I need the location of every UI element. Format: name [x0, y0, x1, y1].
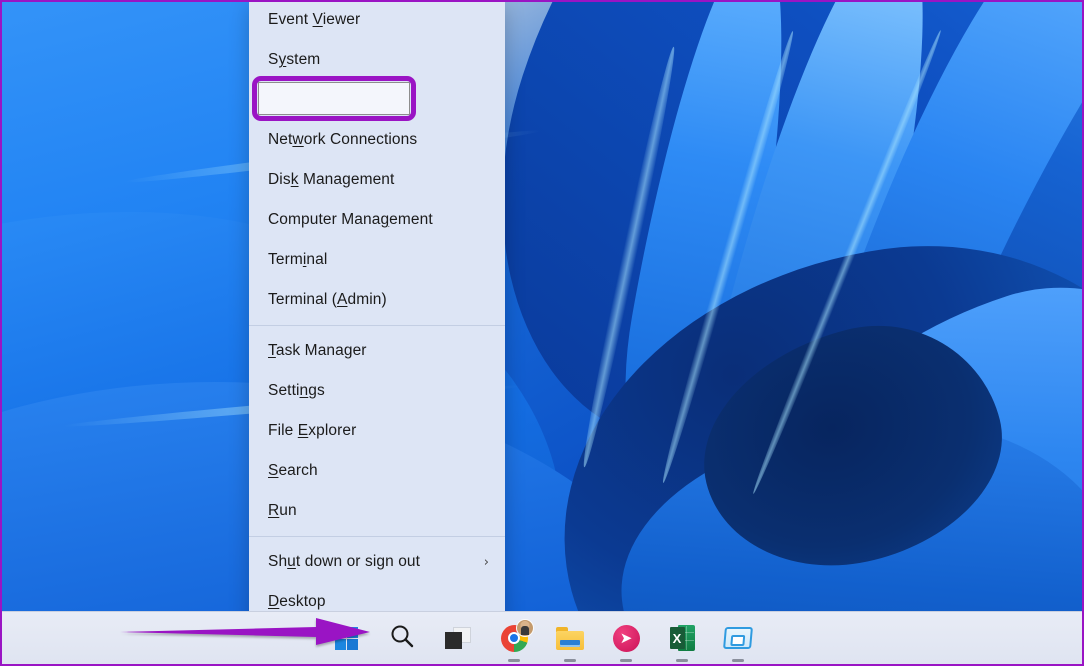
menu-item-label: Event Viewer	[268, 11, 489, 29]
excel-icon: X	[670, 625, 695, 651]
task-view-button[interactable]	[438, 618, 478, 658]
menu-item-label: Terminal (Admin)	[268, 291, 489, 309]
search-button[interactable]	[382, 618, 422, 658]
taskbar-app-pink[interactable]	[606, 618, 646, 658]
blue-card-icon	[723, 627, 753, 649]
menu-item-label: File Explorer	[268, 422, 489, 440]
taskbar-app-file-explorer[interactable]	[550, 618, 590, 658]
menu-item-label: Search	[268, 462, 489, 480]
pointer-arrow-svg	[120, 616, 370, 646]
menu-item-computer-management[interactable]: Computer Management	[249, 200, 505, 240]
taskbar-app-excel[interactable]: X	[662, 618, 702, 658]
menu-item-terminal-admin[interactable]: Terminal (Admin)	[249, 280, 505, 320]
menu-separator	[249, 325, 505, 326]
menu-item-run[interactable]: Run	[249, 491, 505, 531]
screenshot-root: Event ViewerSystemDevice ManagerNetwork …	[0, 0, 1084, 666]
device-manager-highlight-fill	[258, 82, 410, 115]
menu-item-label: Terminal	[268, 251, 489, 269]
menu-item-label: System	[268, 51, 489, 69]
running-indicator	[676, 659, 688, 662]
menu-item-label: Computer Management	[268, 211, 489, 229]
running-indicator	[620, 659, 632, 662]
menu-separator	[249, 536, 505, 537]
desktop-wallpaper[interactable]	[2, 2, 1082, 611]
menu-item-shut-down-or-sign-out[interactable]: Shut down or sign out›	[249, 542, 505, 582]
running-indicator	[564, 659, 576, 662]
menu-item-label: Shut down or sign out	[268, 553, 484, 571]
menu-item-network-connections[interactable]: Network Connections	[249, 120, 505, 160]
chrome-icon	[501, 625, 528, 652]
menu-item-label: Settings	[268, 382, 489, 400]
menu-item-file-explorer[interactable]: File Explorer	[249, 411, 505, 451]
running-indicator	[508, 659, 520, 662]
excel-letter: X	[670, 627, 685, 649]
menu-item-event-viewer[interactable]: Event Viewer	[249, 0, 505, 40]
menu-item-disk-management[interactable]: Disk Management	[249, 160, 505, 200]
menu-item-label: Task Manager	[268, 342, 489, 360]
menu-item-settings[interactable]: Settings	[249, 371, 505, 411]
file-explorer-icon	[556, 627, 584, 650]
menu-item-task-manager[interactable]: Task Manager	[249, 331, 505, 371]
menu-item-label: Network Connections	[268, 131, 489, 149]
menu-item-system[interactable]: System	[249, 40, 505, 80]
running-indicator	[732, 659, 744, 662]
menu-item-terminal[interactable]: Terminal	[249, 240, 505, 280]
menu-item-label: Run	[268, 502, 489, 520]
pointer-arrow	[120, 616, 370, 646]
taskbar-app-card[interactable]	[718, 618, 758, 658]
pink-send-icon	[613, 625, 640, 652]
menu-item-label: Disk Management	[268, 171, 489, 189]
menu-item-label: Desktop	[268, 593, 489, 611]
search-icon	[389, 623, 415, 654]
taskbar-app-chrome[interactable]	[494, 618, 534, 658]
avatar	[516, 619, 534, 637]
menu-item-search[interactable]: Search	[249, 451, 505, 491]
chevron-right-icon: ›	[484, 556, 489, 569]
task-view-icon	[445, 627, 471, 649]
